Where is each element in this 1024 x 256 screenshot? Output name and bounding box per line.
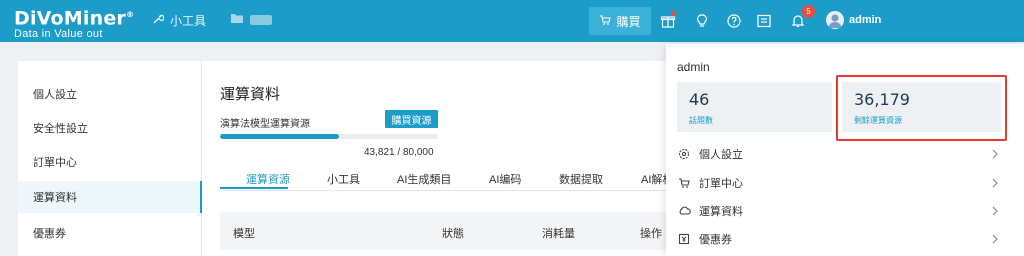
id-card-icon[interactable] (755, 12, 773, 30)
tab-ai-categories[interactable]: AI生成類目 (397, 171, 451, 187)
avatar[interactable] (826, 11, 844, 29)
sidebar-item-profile[interactable]: 個人設立 (18, 78, 202, 110)
logo-registered-mark: ® (126, 10, 135, 19)
folder-icon (230, 12, 244, 27)
sidebar-item-label: 安全性設立 (33, 123, 88, 135)
notification-badge: 5 (802, 5, 815, 18)
chevron-right-icon (992, 149, 998, 159)
highlight-box (836, 75, 1007, 141)
tab-data-extraction[interactable]: 数据提取 (559, 171, 603, 187)
column-actions: 操作 (640, 228, 662, 240)
sidebar-item-orders[interactable]: 訂單中心 (18, 146, 202, 178)
table-header: 模型 狀態 消耗量 操作 (220, 212, 666, 250)
topics-label: 話題數 (689, 116, 713, 125)
resource-used: 43,821 (364, 147, 395, 158)
sidebar: 個人設立 安全性設立 訂單中心 運算資料 優惠券 (18, 61, 202, 256)
column-consumption: 消耗量 (542, 228, 575, 240)
column-model: 模型 (233, 228, 255, 240)
column-status: 狀態 (442, 228, 464, 240)
resource-usage: 43,821 / 80,000 (364, 147, 434, 158)
top-navigation-bar: DiVoMiner® Data in Value out 小工具 購買 5 ad… (0, 0, 1024, 42)
page-title: 運算資料 (220, 86, 281, 103)
logo[interactable]: DiVoMiner® Data in Value out (14, 5, 134, 40)
menu-item-compute-data[interactable]: 運算資料 (666, 197, 1024, 225)
cloud-icon (677, 204, 691, 218)
tab-compute-resources[interactable]: 運算資源 (246, 171, 290, 187)
sidebar-item-label: 運算資料 (33, 192, 77, 204)
dropdown-username: admin (677, 60, 710, 74)
menu-item-orders[interactable]: 訂單中心 (666, 169, 1024, 197)
user-dropdown-menu: admin 46 話題數 36,179 剩餘運算資源 個人設立 訂單中心 運算資… (666, 44, 1024, 256)
resource-total: 80,000 (402, 147, 434, 158)
menu-item-label: 個人設立 (699, 149, 743, 161)
resource-progress-bar (220, 134, 438, 139)
gear-icon (677, 147, 691, 161)
tab-tools[interactable]: 小工具 (327, 171, 360, 187)
project-name-redacted (250, 14, 272, 25)
logo-tagline: Data in Value out (14, 28, 103, 41)
menu-item-coupons[interactable]: 優惠券 (666, 225, 1024, 253)
menu-item-label: 優惠券 (699, 234, 732, 246)
sidebar-item-label: 個人設立 (33, 89, 77, 101)
tools-label: 小工具 (170, 14, 207, 28)
sidebar-item-coupons[interactable]: 優惠券 (18, 217, 202, 249)
resource-progress-fill (220, 134, 340, 139)
buy-label: 購買 (616, 14, 641, 29)
username-label[interactable]: admin (849, 14, 881, 26)
sidebar-item-label: 訂單中心 (33, 157, 77, 169)
chevron-right-icon (992, 234, 998, 244)
cart-icon (599, 14, 612, 29)
buy-resource-button[interactable]: 購買資源 (385, 110, 438, 128)
topics-count: 46 (689, 90, 710, 109)
resource-label: 演算法模型運算資源 (220, 119, 310, 130)
topics-stat[interactable]: 46 話題數 (677, 82, 832, 132)
sidebar-item-compute-data[interactable]: 運算資料 (18, 181, 202, 213)
sidebar-item-label: 優惠券 (33, 228, 66, 240)
gift-notification-dot (671, 11, 676, 16)
cart-icon (677, 176, 691, 190)
lightbulb-icon[interactable] (693, 12, 711, 30)
tab-ai-coding[interactable]: AI编码 (489, 171, 521, 187)
wrench-icon (152, 13, 165, 28)
menu-item-label: 訂單中心 (699, 178, 743, 190)
menu-item-profile[interactable]: 個人設立 (666, 140, 1024, 168)
buy-button[interactable]: 購買 (589, 7, 651, 35)
active-tab-indicator (220, 187, 288, 189)
menu-item-label: 運算資料 (699, 206, 743, 218)
help-icon[interactable] (725, 12, 743, 30)
project-breadcrumb[interactable] (230, 12, 272, 27)
chevron-right-icon (992, 206, 998, 216)
logo-title: DiVoMiner (14, 7, 127, 30)
tools-link[interactable]: 小工具 (152, 12, 206, 29)
sidebar-item-security[interactable]: 安全性設立 (18, 112, 202, 144)
chevron-right-icon (992, 178, 998, 188)
coupon-icon (677, 232, 691, 246)
